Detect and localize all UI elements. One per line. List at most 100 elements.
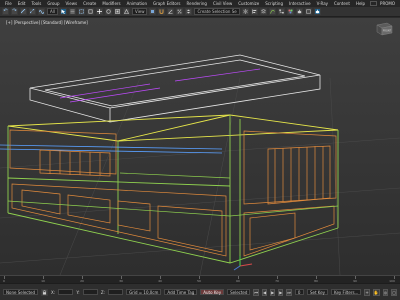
menu-edit[interactable]: Edit [15,1,29,6]
rect-glyph [79,9,84,14]
menu-scripting[interactable]: Scripting [262,1,286,6]
menu-help[interactable]: Help [353,1,368,6]
spinner-glyph [187,9,191,14]
menu-right-area: PROMO [369,1,398,6]
bind-spacewarp-icon[interactable] [38,8,45,15]
curve-editor-icon[interactable] [268,8,276,15]
link-icon-glyph [21,9,26,14]
render-setup-icon[interactable] [295,8,303,15]
wireframe-model[interactable] [0,18,400,275]
body-top [7,114,339,142]
layer-explorer-icon[interactable] [259,8,267,15]
spinner-snap-icon[interactable] [185,8,193,15]
zoom-icon[interactable]: + [364,288,370,296]
link-icon[interactable] [20,8,27,15]
window-crossing-icon[interactable] [86,8,94,15]
autokey-button[interactable]: Auto Key [200,289,225,295]
layers-glyph [260,9,266,14]
cursor-glyph [61,9,66,14]
magnet-glyph [160,9,164,14]
move-icon[interactable] [95,8,103,15]
minimize-button[interactable] [370,1,378,6]
scale-icon[interactable] [113,8,121,15]
x-coord-label: X: [51,289,56,295]
menu-interactive[interactable]: Interactive [286,1,314,6]
grid-size-readout: Grid = 10,0cm [126,289,162,295]
z-coord-label: Z: [100,289,105,295]
snap-toggle-icon[interactable] [158,8,166,15]
percent-snap-icon[interactable] [176,8,184,15]
menu-animation[interactable]: Animation [124,1,150,6]
select-by-name-icon[interactable] [68,8,76,15]
pivot-icon[interactable] [149,8,157,15]
angle-glyph [168,9,173,14]
render-teapot-glyph [315,9,320,14]
goto-end-button[interactable]: ⏭ [286,288,292,296]
menu-rendering[interactable]: Rendering [184,1,210,6]
menu-group[interactable]: Group [44,1,62,6]
add-time-tag-button[interactable]: Add Time Tag [164,289,198,295]
align-icon[interactable] [250,8,258,15]
material-glyph [288,9,293,14]
menu-vray[interactable]: V-Ray [314,1,331,6]
orbit-icon[interactable]: ◎ [382,288,389,296]
perspective-viewport[interactable]: [+] [Perspective] [Standard] [Wireframe]… [0,18,400,275]
menu-civil-view[interactable]: Civil View [210,1,235,6]
x-coord-field[interactable] [58,289,74,295]
selection-filter-dropdown[interactable]: All [47,8,58,15]
setkey-button[interactable]: Set Key [306,289,329,295]
material-editor-icon[interactable] [286,8,294,15]
render-production-icon[interactable] [313,8,321,15]
upper-frame [29,54,321,123]
right-louver-panel [243,130,337,205]
menu-file[interactable]: File [2,1,15,6]
schematic-glyph [279,9,284,14]
undo-button[interactable]: ↶ [2,8,9,15]
named-selection-sets-dropdown[interactable]: Create Selection Se [194,8,240,15]
align-glyph [251,9,256,14]
rotate-icon[interactable] [104,8,112,15]
prev-frame-button[interactable]: ◀ [262,288,268,296]
pivot-glyph [151,10,155,13]
menu-content[interactable]: Content [331,1,353,6]
mirror-icon[interactable] [241,8,249,15]
key-filters-button[interactable]: Key Filters... [331,289,362,295]
left-louver-panel [9,129,117,177]
placement-icon[interactable] [122,8,130,15]
rect-region-icon[interactable] [77,8,85,15]
teapot-glyph [297,9,302,14]
z-coord-field[interactable] [107,289,124,295]
pan-hand-icon[interactable]: ✋ [372,288,380,296]
percent-glyph [178,9,182,14]
menu-customize[interactable]: Customize [235,1,262,6]
timeline-track[interactable]: 0 10 20 30 40 50 60 70 80 90 100 [0,275,400,283]
crossing-glyph [88,9,93,14]
y-coord-field[interactable] [82,289,98,295]
redo-button[interactable]: ↷ [11,8,18,15]
reference-coordinate-dropdown[interactable]: View [131,8,148,15]
angle-snap-icon[interactable] [167,8,175,15]
menu-create[interactable]: Create [80,1,99,6]
play-button[interactable]: ▶ [270,288,276,296]
lock-selection-icon[interactable] [41,288,49,296]
menu-modifiers[interactable]: Modifiers [99,1,123,6]
menu-views[interactable]: Views [63,1,81,6]
selection-status: None Selected [3,289,39,295]
unlink-icon[interactable] [29,8,36,15]
select-object-icon[interactable] [59,8,67,15]
current-frame-field[interactable]: 0 [294,289,304,295]
selected-dropdown[interactable]: Selected [227,289,251,295]
menu-bar: File Edit Tools Group Views Create Modif… [0,0,400,7]
goto-start-button[interactable]: ⏮ [253,288,260,296]
upper-panel-decor [59,68,261,103]
menu-tools[interactable]: Tools [28,1,44,6]
maximize-viewport-icon[interactable]: ▢ [391,288,397,296]
schematic-view-icon[interactable] [277,8,285,15]
promo-label[interactable]: PROMO [377,1,398,6]
next-frame-button[interactable]: ▶ [278,288,284,296]
rotate-glyph [106,9,111,14]
scale-glyph [115,9,120,14]
transform-gizmo[interactable] [233,256,253,271]
menu-graph-editors[interactable]: Graph Editors [150,1,183,6]
rendered-frame-window-icon[interactable] [304,8,312,15]
